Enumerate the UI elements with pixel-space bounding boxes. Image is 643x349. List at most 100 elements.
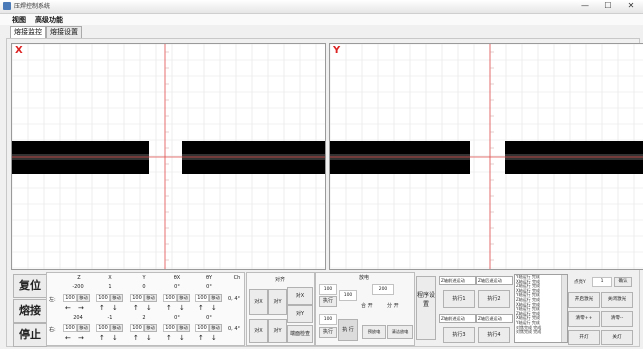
thetay-position: 0°: [206, 284, 212, 290]
thetax-move-button[interactable]: 移动: [177, 294, 190, 302]
right-z-step-input[interactable]: 100: [63, 324, 77, 332]
thetax-down-arrow-icon[interactable]: ↓: [179, 304, 185, 312]
thetax-position: 0°: [174, 284, 180, 290]
program-settings-button[interactable]: 程序设置: [416, 276, 436, 340]
thetax-up-arrow-icon[interactable]: ↑: [166, 304, 172, 312]
align-y-button[interactable]: 对Y: [287, 305, 313, 323]
clean-discharge-button[interactable]: 清洁放电: [387, 325, 413, 339]
program-exec-2-button[interactable]: 执行2: [478, 290, 510, 308]
col-header-thetax: θX: [173, 275, 181, 281]
laser-off-button[interactable]: 关闭激光: [601, 292, 633, 308]
right-z-position: 204: [73, 315, 83, 321]
col-header-x: X: [108, 275, 112, 281]
port-confirm-button[interactable]: 确认: [614, 277, 632, 287]
right-y-step-input[interactable]: 100: [130, 324, 144, 332]
right-thetay-step-input[interactable]: 100: [195, 324, 209, 332]
arc-input-3[interactable]: 100: [319, 314, 337, 325]
right-z-move-button[interactable]: 移动: [77, 324, 90, 332]
close-button[interactable]: ✕: [620, 0, 642, 12]
end-face-check-button[interactable]: 端面检查: [287, 325, 313, 343]
right-thetax-step-input[interactable]: 100: [163, 324, 177, 332]
right-y-down-arrow-icon[interactable]: ↓: [146, 334, 152, 342]
right-z-right-arrow-icon[interactable]: →: [78, 334, 84, 342]
tab-splice-monitor[interactable]: 熔接监控: [10, 26, 46, 38]
program-exec-1-button[interactable]: 执行1: [443, 290, 475, 308]
right-x-position: -1: [107, 315, 113, 321]
right-thetax-down-arrow-icon[interactable]: ↓: [179, 334, 185, 342]
align-x-left-button-2[interactable]: 对X: [249, 319, 268, 343]
z-left-arrow-icon[interactable]: ←: [65, 304, 71, 312]
y-up-arrow-icon[interactable]: ↑: [133, 304, 139, 312]
x-up-arrow-icon[interactable]: ↑: [99, 304, 105, 312]
motor-control-panel: Z X Y θX θY Ch -200 1 0 0° 0° 左: 100 移动 …: [46, 272, 245, 346]
align-y-left-button[interactable]: 对Y: [268, 289, 287, 315]
right-x-move-button[interactable]: 移动: [110, 324, 123, 332]
arc-exec-button-1[interactable]: 执行: [319, 296, 337, 307]
menu-bar: 视图 高级功能: [0, 14, 643, 25]
view-x-canvas: [12, 44, 325, 269]
z-right-arrow-icon[interactable]: →: [78, 304, 84, 312]
right-thetax-up-arrow-icon[interactable]: ↑: [166, 334, 172, 342]
z-move-button[interactable]: 移动: [77, 294, 90, 302]
align-x-left-button[interactable]: 对X: [249, 289, 268, 315]
right-y-move-button[interactable]: 移动: [144, 324, 157, 332]
x-move-button[interactable]: 移动: [110, 294, 123, 302]
pre-discharge-button[interactable]: 预放电: [362, 325, 386, 339]
right-z-left-arrow-icon[interactable]: ←: [65, 334, 71, 342]
log-scrollbar[interactable]: [561, 275, 567, 342]
thetay-up-arrow-icon[interactable]: ↑: [198, 304, 204, 312]
thetax-step-input[interactable]: 100: [163, 294, 177, 302]
left-row-label: 左:: [49, 297, 56, 303]
right-x-step-input[interactable]: 100: [96, 324, 110, 332]
right-x-down-arrow-icon[interactable]: ↓: [112, 334, 118, 342]
program-select-1[interactable]: Z轴前进运动: [439, 276, 476, 285]
y-down-arrow-icon[interactable]: ↓: [146, 304, 152, 312]
maximize-button[interactable]: ☐: [597, 0, 619, 12]
left-extra-value: 0, 4°: [227, 296, 241, 302]
splice-button[interactable]: 熔接: [13, 299, 47, 323]
right-y-position: 2: [142, 315, 146, 321]
status-log-list[interactable]: Y轴运行 完成 X轴运行 完成 Z轴运行 完成 X轴运行 完成 Y轴运行 完成 …: [514, 274, 568, 343]
arc-exec-button-2[interactable]: 执行: [319, 327, 337, 338]
right-thetax-move-button[interactable]: 移动: [177, 324, 190, 332]
thetay-move-button[interactable]: 移动: [209, 294, 222, 302]
program-select-2[interactable]: Z轴后退运动: [476, 276, 513, 285]
x-down-arrow-icon[interactable]: ↓: [112, 304, 118, 312]
light-on-button[interactable]: 开灯: [568, 330, 600, 345]
program-select-3[interactable]: Z轴前进运动: [439, 314, 476, 323]
thetay-down-arrow-icon[interactable]: ↓: [211, 304, 217, 312]
minimize-button[interactable]: —: [574, 0, 596, 12]
x-step-input[interactable]: 100: [96, 294, 110, 302]
arc-exec-big-button[interactable]: 执 行: [338, 319, 358, 341]
right-y-up-arrow-icon[interactable]: ↑: [133, 334, 139, 342]
menu-advanced[interactable]: 高级功能: [35, 15, 63, 25]
right-x-up-arrow-icon[interactable]: ↑: [99, 334, 105, 342]
program-exec-3-button[interactable]: 执行3: [443, 327, 475, 343]
program-select-4[interactable]: Z轴后退运动: [476, 314, 513, 323]
program-exec-4-button[interactable]: 执行4: [478, 327, 510, 343]
tab-splice-settings[interactable]: 熔接设置: [46, 26, 82, 38]
reset-button[interactable]: 复位: [13, 274, 47, 298]
stop-button[interactable]: 停止: [13, 323, 47, 347]
right-thetay-move-button[interactable]: 移动: [209, 324, 222, 332]
zero-plus-button[interactable]: 清零++: [568, 311, 600, 327]
arc-input-1[interactable]: 100: [319, 284, 337, 295]
col-header-z: Z: [77, 275, 81, 281]
right-thetay-down-arrow-icon[interactable]: ↓: [211, 334, 217, 342]
z-step-input[interactable]: 100: [63, 294, 77, 302]
thetay-step-input[interactable]: 100: [195, 294, 209, 302]
y-move-button[interactable]: 移动: [144, 294, 157, 302]
light-off-button[interactable]: 关灯: [601, 330, 633, 345]
right-thetay-up-arrow-icon[interactable]: ↑: [198, 334, 204, 342]
zero-minus-button[interactable]: 清零--: [601, 311, 633, 327]
align-y-left-button-2[interactable]: 对Y: [268, 319, 287, 343]
y-step-input[interactable]: 100: [130, 294, 144, 302]
port-input[interactable]: 1: [592, 277, 612, 287]
arc-input-2[interactable]: 100: [339, 290, 357, 301]
laser-on-button[interactable]: 开启激光: [568, 292, 600, 308]
view-y-axis-label: Y: [333, 45, 341, 56]
align-x-button[interactable]: 对X: [287, 287, 313, 305]
arc-value-box[interactable]: 200: [372, 284, 394, 295]
align-panel: 对齐 对X 对Y 对X 对Y 对X 对Y 端面检查: [246, 272, 315, 346]
menu-view[interactable]: 视图: [12, 15, 26, 25]
